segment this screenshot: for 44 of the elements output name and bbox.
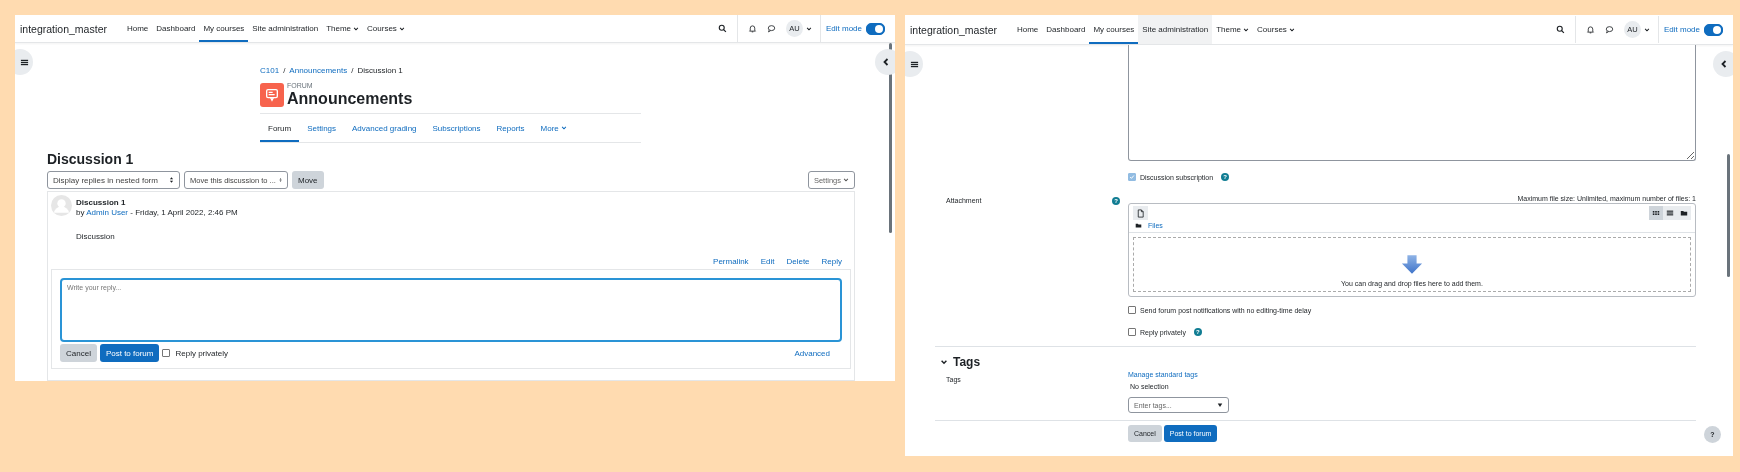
post-action-link[interactable]: Edit — [760, 257, 775, 266]
site-name[interactable]: integration_master — [910, 23, 997, 36]
nav-link[interactable]: Site administration — [248, 15, 323, 42]
breadcrumb-link[interactable]: C101 — [260, 66, 280, 75]
nav-link[interactable]: My courses — [199, 15, 249, 42]
author-link[interactable]: Admin User — [86, 208, 129, 217]
tab[interactable]: Reports — [488, 114, 533, 142]
tab[interactable]: Settings — [299, 114, 345, 142]
post-action-link[interactable]: Reply — [821, 257, 842, 266]
post-byline: by Admin User - Friday, 1 April 2022, 2:46 PM — [76, 208, 238, 218]
breadcrumb-link[interactable]: Announcements — [289, 66, 348, 75]
nav-link[interactable]: Site administration — [1138, 15, 1213, 44]
tab[interactable]: Forum — [260, 114, 300, 142]
nav-link[interactable]: My courses — [1089, 15, 1139, 44]
post-subject: Discussion 1 — [76, 198, 127, 208]
site-name[interactable]: integration_master — [20, 22, 107, 35]
nav-link[interactable]: Theme — [1212, 15, 1254, 44]
display-mode-select[interactable]: Display replies in nested form — [47, 171, 180, 189]
section-header[interactable]: Tags — [935, 346, 1696, 369]
post-action-link[interactable]: Permalink — [713, 257, 749, 266]
page-title: Announcements — [287, 90, 413, 107]
tab[interactable]: Subscriptions — [424, 114, 489, 142]
post-action-link[interactable]: Delete — [786, 257, 810, 266]
cancel-button[interactable]: Cancel — [60, 344, 97, 362]
nav-link[interactable]: Dashboard — [1042, 15, 1090, 44]
discussion-title: Discussion 1 — [47, 151, 135, 167]
nav-link[interactable]: Home — [1012, 15, 1043, 44]
nav-link[interactable]: Courses — [363, 15, 409, 42]
move-button[interactable]: Move — [292, 171, 324, 189]
post-button[interactable]: Post to forum — [99, 344, 160, 362]
nav-link[interactable]: Home — [122, 15, 153, 42]
post-body: Discussion — [76, 232, 116, 241]
nav-link[interactable]: Courses — [1253, 15, 1299, 44]
tab[interactable]: More — [532, 114, 575, 142]
breadcrumb-link[interactable]: Discussion 1 — [357, 66, 403, 75]
advanced-link[interactable]: Advanced — [794, 348, 830, 358]
nav-link[interactable]: Theme — [322, 15, 364, 42]
breadcrumb-separator: / — [283, 66, 286, 75]
nav-link[interactable]: Dashboard — [152, 15, 200, 42]
tab[interactable]: Advanced grading — [344, 114, 425, 142]
breadcrumb-separator: / — [351, 66, 354, 75]
checkbox-label: Reply privately — [175, 348, 228, 358]
edit-mode-label: Edit mode — [825, 24, 862, 33]
edit-mode-label: Edit mode — [1663, 25, 1700, 34]
